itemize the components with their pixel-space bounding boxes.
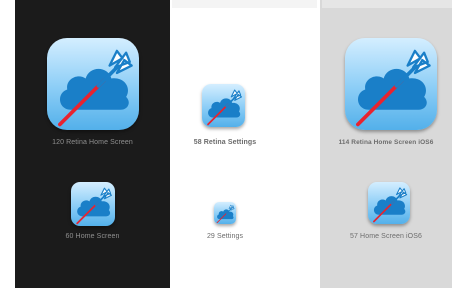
icon-label: 57 Home Screen iOS6	[350, 233, 422, 240]
icon-label: 114 Retina Home Screen iOS6	[338, 139, 434, 146]
cloud-arrow-icon	[76, 187, 113, 225]
app-icon-58-retina-settings	[202, 84, 245, 127]
cloud-arrow-icon	[207, 89, 243, 126]
gray-panel-top-strip	[322, 0, 452, 8]
light-panel-top-strip	[172, 0, 317, 8]
cloud-arrow-icon	[58, 49, 133, 127]
cloud-arrow-icon	[373, 187, 408, 223]
icon-label: 60 Home Screen	[65, 233, 120, 240]
app-icon-57-home-screen-ios6	[368, 182, 410, 224]
cloud-arrow-icon	[356, 49, 431, 127]
app-icon-60-home-screen	[71, 182, 115, 226]
app-icon-sizes-preview: 120 Retina Home Screen 60 Home Screen 58…	[0, 0, 452, 288]
icon-label: 120 Retina Home Screen	[52, 139, 133, 146]
icon-label: 29 Settings	[206, 233, 244, 240]
cloud-arrow-icon	[216, 204, 235, 224]
app-icon-114-retina-home-screen-ios6	[345, 38, 437, 130]
app-icon-29-settings	[214, 202, 236, 224]
icon-label: 58 Retina Settings	[193, 139, 257, 146]
app-icon-120-retina-home-screen	[47, 38, 139, 130]
